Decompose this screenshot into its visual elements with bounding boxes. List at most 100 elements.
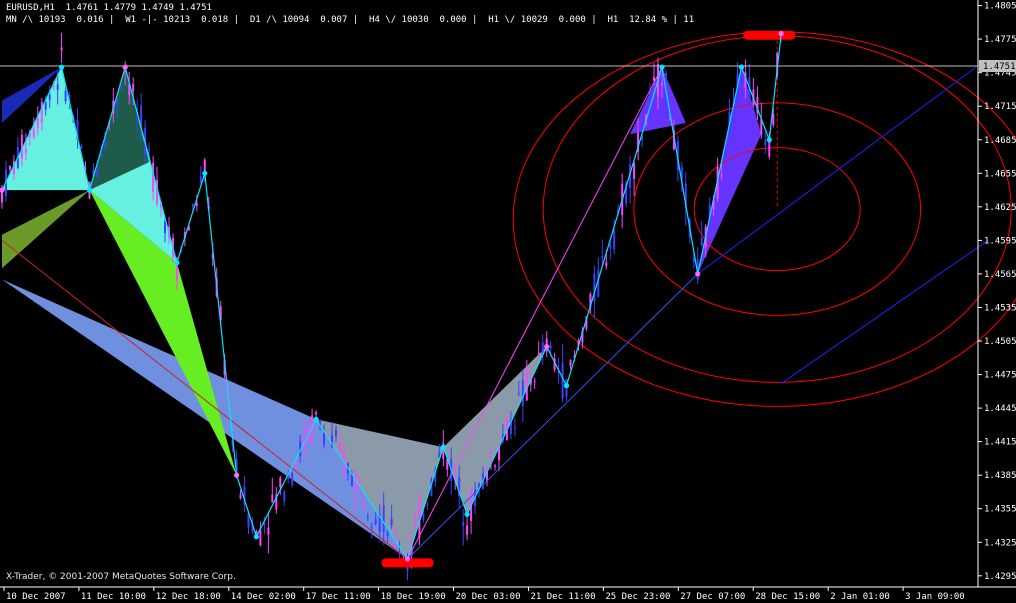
price-tick-label: 1.4355 (984, 505, 1016, 515)
candle-body (724, 151, 727, 159)
price-tick-label: 1.4295 (984, 572, 1016, 582)
zigzag-point (464, 511, 470, 517)
symbol-ohlc-header: EURUSD,H1 1.4761 1.4779 1.4749 1.4751 (6, 3, 212, 13)
candle-body (561, 362, 564, 399)
copyright-notice: X-Trader, © 2001-2007 MetaQuotes Softwar… (6, 572, 236, 582)
candle-body (609, 244, 612, 249)
candle-body (549, 345, 552, 349)
candle-body (338, 443, 341, 451)
harmonic-pattern-fills (2, 67, 762, 559)
candle-body (267, 527, 270, 535)
time-tick-label: 25 Dec 23:00 (605, 592, 670, 602)
candle-body (466, 525, 469, 535)
candle-body (335, 429, 337, 436)
candle-body (191, 203, 194, 207)
candle-body (195, 203, 198, 206)
chart-window[interactable]: 1.4805 1.4775 1.4745 1.4715 1.4685 1.4655 1.46… (0, 0, 1016, 603)
candle-body (116, 99, 119, 103)
candle-body (40, 101, 43, 123)
zigzag-point (738, 64, 745, 70)
time-tick-label: 18 Dec 19:00 (381, 592, 446, 602)
candle-body (462, 521, 465, 527)
zigzag-point (440, 444, 446, 450)
fib-circle-2 (542, 35, 1012, 383)
candle-body (537, 352, 540, 355)
candle-body (60, 47, 63, 51)
zigzag-point (234, 472, 240, 478)
candle-body (68, 95, 71, 97)
price-tick-label: 1.4565 (984, 270, 1016, 280)
price-tick-label: 1.4595 (984, 236, 1016, 246)
candle-body (132, 83, 135, 92)
candle-body (362, 500, 365, 503)
candle-body (358, 480, 361, 483)
candle-body (295, 462, 298, 468)
candle-body (494, 465, 496, 467)
candle-body (199, 176, 202, 183)
candle-body (569, 360, 572, 366)
fib-circle-3 (512, 31, 1016, 407)
price-chart[interactable]: 1.48051.47751.47451.47151.46851.46551.46… (0, 0, 1016, 603)
candle-body (56, 84, 59, 90)
candle-body (36, 117, 39, 128)
timeframe-summary-header: MN /\ 10193 0.016 | W1 -|- 10213 0.018 |… (6, 15, 695, 25)
time-tick-label: 27 Dec 07:00 (680, 592, 745, 602)
price-tick-label: 1.4535 (984, 304, 1016, 314)
magenta-trend-line (407, 66, 663, 560)
candle-body (613, 230, 616, 249)
candle-body (374, 519, 377, 525)
candle-body (64, 90, 67, 101)
price-tick-label: 1.4505 (984, 337, 1016, 347)
candle-body (422, 513, 425, 520)
candle-body (593, 273, 596, 302)
red-trend-line (1, 240, 408, 560)
zigzag-point (544, 344, 550, 350)
time-tick-label: 10 Dec 2007 (6, 592, 66, 602)
candle-body (390, 518, 393, 526)
zigzag-point (174, 260, 180, 266)
candle-body (521, 380, 524, 406)
time-tick-label: 14 Dec 02:00 (231, 592, 296, 602)
candle-body (354, 474, 357, 492)
candle-body (48, 94, 51, 100)
candle-body (100, 155, 103, 157)
candle-body (513, 427, 516, 429)
candle-body (283, 491, 286, 501)
candle-body (382, 505, 385, 532)
candle-body (533, 381, 536, 383)
time-tick-label: 20 Dec 03:00 (456, 592, 521, 602)
candle-body (414, 523, 417, 527)
candle-body (653, 77, 655, 81)
candle-body (315, 412, 318, 415)
time-tick-label: 17 Dec 11:00 (306, 592, 371, 602)
price-tick-label: 1.4715 (984, 102, 1016, 112)
time-tick-label: 11 Dec 10:00 (81, 592, 146, 602)
zigzag-point (59, 64, 65, 70)
price-tick-label: 1.4655 (984, 169, 1016, 179)
time-tick-label: 2 Jan 01:00 (830, 592, 890, 602)
candle-body (80, 146, 83, 149)
zigzag-point (313, 416, 319, 422)
candle-body (279, 477, 282, 488)
price-tick-label: 1.4325 (984, 538, 1016, 548)
time-tick-label: 12 Dec 18:00 (156, 592, 221, 602)
candle-body (120, 87, 123, 90)
zigzag-point (404, 556, 411, 562)
price-tick-label: 1.4805 (984, 2, 1016, 12)
pattern-triangle-5 (2, 190, 90, 269)
zigzag-point (659, 64, 665, 70)
candle-body (633, 163, 636, 179)
candle-body (271, 494, 274, 503)
candle-body (96, 170, 99, 178)
candle-body (323, 432, 325, 445)
candle-body (700, 237, 703, 246)
candle-body (764, 140, 767, 146)
bid-label: 1.4751 (983, 62, 1016, 72)
candle-body (148, 149, 151, 150)
candle-body (24, 149, 27, 154)
zigzag-point (766, 137, 772, 143)
candle-body (661, 83, 663, 86)
candle-body (366, 516, 369, 518)
fibonacci-circles (512, 31, 1016, 407)
pivot-marker-high (743, 30, 796, 40)
